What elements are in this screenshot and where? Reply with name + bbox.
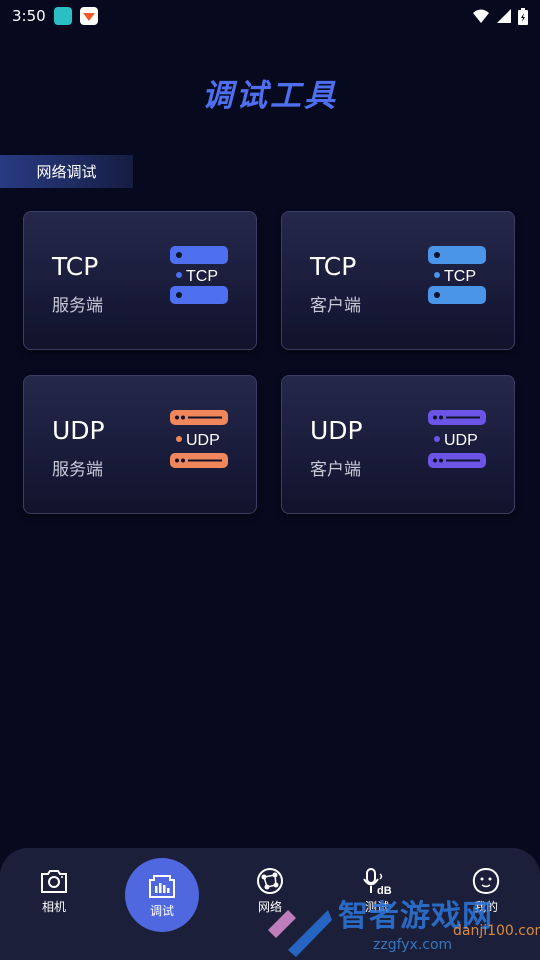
status-bar: 3:50	[0, 0, 540, 32]
card-protocol: UDP	[52, 416, 105, 445]
wifi-icon	[473, 9, 489, 23]
nav-item-camera[interactable]: 相机	[19, 866, 89, 915]
card-protocol: TCP	[310, 252, 357, 281]
card-protocol: TCP	[52, 252, 99, 281]
svg-text:dB: dB	[377, 885, 392, 896]
card-udp-server[interactable]: UDP 服务端 UDP	[23, 375, 257, 514]
decibel-icon: dB	[363, 868, 392, 896]
nav-label: 调试	[149, 904, 174, 918]
tcp-server-icon: TCP	[170, 246, 228, 304]
battery-icon	[518, 7, 528, 25]
profile-icon	[472, 867, 500, 895]
card-tcp-server[interactable]: TCP 服务端 TCP	[23, 211, 257, 350]
camera-icon	[41, 870, 67, 893]
nav-item-debug[interactable]: 调试	[125, 858, 199, 932]
card-udp-client[interactable]: UDP 客户端 UDP	[281, 375, 515, 514]
network-icon	[257, 868, 283, 894]
status-time: 3:50	[12, 7, 46, 25]
page-title: 调试工具	[202, 78, 338, 114]
bottom-nav: 相机 调试 网络 dB 测试 我的	[0, 848, 540, 960]
card-tcp-client[interactable]: TCP 客户端 TCP	[281, 211, 515, 350]
nav-item-decibel[interactable]: dB 测试	[342, 866, 412, 915]
section-label: 网络调试	[0, 155, 133, 188]
svg-text:UDP: UDP	[444, 432, 478, 449]
nav-label: 我的	[473, 900, 498, 914]
debug-icon	[149, 875, 175, 898]
svg-text:TCP: TCP	[186, 268, 218, 285]
nav-label: 相机	[41, 900, 66, 914]
nav-item-profile[interactable]: 我的	[451, 866, 521, 915]
card-role: 服务端	[52, 460, 103, 480]
svg-text:TCP: TCP	[444, 268, 476, 285]
udp-client-icon: UDP	[428, 410, 486, 468]
card-role: 服务端	[52, 296, 103, 316]
signal-icon	[497, 9, 511, 23]
card-role: 客户端	[310, 296, 361, 316]
app-notification-icon	[53, 7, 72, 25]
udp-server-icon: UDP	[170, 410, 228, 468]
tcp-client-icon: TCP	[428, 246, 486, 304]
card-role: 客户端	[310, 460, 361, 480]
nav-label: 网络	[257, 900, 282, 914]
nav-label: 测试	[364, 900, 389, 914]
svg-text:UDP: UDP	[186, 432, 220, 449]
app-notification-icon-2	[79, 7, 98, 25]
card-protocol: UDP	[310, 416, 363, 445]
nav-item-network[interactable]: 网络	[235, 866, 305, 915]
